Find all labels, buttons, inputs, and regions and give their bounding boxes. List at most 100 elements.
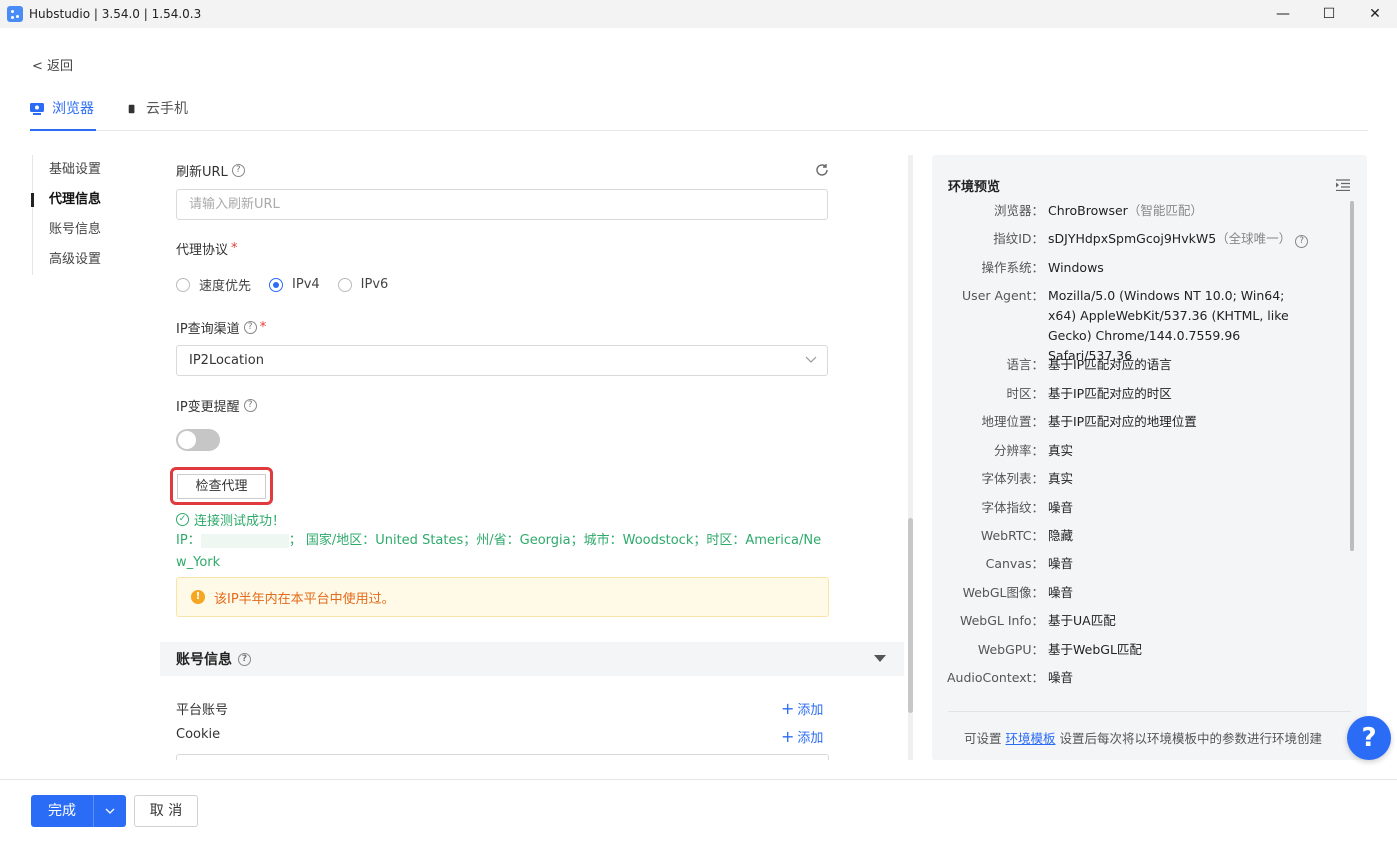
plus-icon: + (781, 727, 795, 746)
ip-used-warning: ! 该IP半年内在本平台中使用过。 (176, 577, 829, 617)
connection-success: ✓ 连接测试成功！ (176, 510, 285, 529)
ip-channel-label: IP查询渠道 ? * (176, 318, 266, 337)
done-dropdown-button[interactable] (94, 795, 125, 827)
row-value: 基于IP匹配对应的地理位置 (1048, 414, 1197, 429)
add-platform-account-button[interactable]: + 添加 (781, 699, 823, 718)
add-label: 添加 (797, 703, 824, 718)
radio-ipv6[interactable]: IPv6 (337, 275, 388, 294)
footer-prefix: 可设置 (964, 731, 1006, 746)
row-value: 噪音 (1048, 556, 1074, 571)
label-text: IP查询渠道 (176, 322, 240, 337)
nav-item-proxy-info[interactable]: 代理信息 (31, 185, 132, 215)
tab-browser[interactable]: 浏览器 (30, 98, 96, 131)
environment-template-link[interactable]: 环境模板 (1005, 731, 1055, 746)
help-icon[interactable]: ? (1295, 235, 1309, 248)
row-key: 分辨率： (993, 443, 1044, 458)
row-key: WebGPU： (977, 642, 1044, 657)
radio-label: 速度优先 (199, 279, 252, 294)
row-value: 噪音 (1048, 585, 1074, 600)
refresh-icon[interactable] (815, 163, 829, 177)
help-icon[interactable]: ? (243, 321, 257, 334)
radio-ipv4[interactable]: IPv4 (269, 275, 320, 294)
row-key: 字体指纹： (981, 500, 1044, 515)
row-value: 真实 (1048, 443, 1074, 458)
back-link[interactable]: < 返回 (32, 55, 73, 74)
minimize-icon[interactable]: — (1260, 0, 1306, 28)
nav-item-account-info[interactable]: 账号信息 (33, 215, 132, 245)
preview-row-os: 操作系统： Windows (932, 258, 1342, 278)
protocol-label: 代理协议 * (176, 239, 238, 258)
scrollbar-thumb[interactable] (908, 518, 913, 713)
row-key: 地理位置： (981, 414, 1044, 429)
radio-circle (269, 277, 284, 292)
nav-item-basic-settings[interactable]: 基础设置 (33, 155, 132, 185)
form-scrollbar[interactable] (908, 155, 913, 760)
label-text: 代理协议 (176, 243, 229, 258)
preview-scrollbar[interactable] (1350, 201, 1354, 551)
row-hint: （全球唯一） (1216, 231, 1292, 246)
row-value: Mozilla/5.0 (Windows NT 10.0; Win64; x64… (1048, 288, 1289, 363)
refresh-url-input[interactable]: 请输入刷新URL (176, 189, 828, 220)
help-icon[interactable]: ? (231, 164, 245, 177)
preview-row-font-fingerprint: 字体指纹： 噪音 (932, 498, 1342, 518)
ip-channel-select[interactable]: IP2Location (176, 345, 828, 376)
preview-row-language: 语言： 基于IP匹配对应的语言 (932, 355, 1342, 375)
row-key: WebGL图像： (962, 585, 1044, 600)
section-title: 账号信息 (176, 652, 232, 668)
close-icon[interactable]: ✕ (1352, 0, 1397, 28)
row-value: 基于IP匹配对应的时区 (1048, 386, 1172, 401)
help-button[interactable]: ? (1347, 716, 1391, 760)
success-text: 连接测试成功！ (194, 514, 286, 529)
ip-prefix: IP： (176, 533, 201, 548)
row-key: 语言： (1006, 357, 1044, 372)
row-hint: （智能匹配） (1127, 203, 1203, 218)
row-value: 隐藏 (1048, 528, 1074, 543)
row-value: 噪音 (1048, 500, 1074, 515)
tab-cloud-phone[interactable]: 云手机 (128, 98, 198, 131)
refresh-url-label: 刷新URL ? (176, 161, 245, 180)
add-cookie-button[interactable]: + 添加 (781, 727, 823, 746)
row-key: WebGL Info： (959, 613, 1044, 628)
preview-row-timezone: 时区： 基于IP匹配对应的时区 (932, 384, 1342, 404)
cancel-button[interactable]: 取 消 (134, 795, 198, 827)
phone-icon (128, 104, 135, 114)
preview-row-user-agent: User Agent： Mozilla/5.0 (Windows NT 10.0;… (932, 286, 1342, 366)
row-key: 时区： (1006, 386, 1044, 401)
preview-title: 环境预览 (948, 180, 1001, 195)
required-mark: * (259, 320, 267, 335)
row-value: 真实 (1048, 471, 1074, 486)
warning-icon: ! (191, 590, 205, 604)
section-nav: 基础设置 代理信息 账号信息 高级设置 (31, 155, 132, 275)
account-section-header[interactable]: 账号信息 ? (160, 642, 904, 676)
done-button[interactable]: 完成 (31, 795, 94, 827)
window-title: Hubstudio | 3.54.0 | 1.54.0.3 (29, 7, 202, 21)
preview-row-webrtc: WebRTC： 隐藏 (932, 526, 1342, 546)
ip-channel-value: IP2Location (189, 353, 264, 368)
protocol-radio-group: 速度优先 IPv4 IPv6 (176, 275, 406, 294)
collapse-panel-icon[interactable] (1336, 179, 1350, 191)
hubstudio-logo-icon (7, 6, 23, 22)
row-key: AudioContext： (947, 670, 1044, 685)
add-label: 添加 (797, 731, 824, 746)
preview-row-audiocontext: AudioContext： 噪音 (932, 668, 1342, 688)
caret-down-icon (874, 655, 886, 662)
row-key: Canvas： (985, 556, 1044, 571)
help-icon[interactable]: ? (243, 399, 257, 412)
row-key: WebRTC： (980, 528, 1044, 543)
ip-change-alert-toggle[interactable] (176, 429, 220, 451)
check-proxy-button[interactable]: 检查代理 (177, 474, 266, 499)
row-value: 基于IP匹配对应的语言 (1048, 357, 1172, 372)
row-key: 指纹ID： (993, 231, 1044, 246)
environment-preview-panel: 环境预览 浏览器： ChroBrowser（智能匹配） 指纹ID： sDJYHdpx… (932, 155, 1367, 760)
help-icon[interactable]: ? (238, 652, 251, 666)
cookie-textarea[interactable] (176, 754, 829, 760)
radio-speed-first[interactable]: 速度优先 (176, 275, 251, 294)
nav-item-advanced-settings[interactable]: 高级设置 (33, 245, 132, 275)
maximize-icon[interactable]: ☐ (1306, 0, 1352, 28)
ip-suffix: ； (288, 533, 302, 548)
chevron-down-icon (805, 356, 817, 363)
preview-row-browser: 浏览器： ChroBrowser（智能匹配） (932, 201, 1342, 221)
divider (948, 711, 1351, 712)
preview-row-fingerprint-id: 指纹ID： sDJYHdpxSpmGcoj9HvkW5（全球唯一）? (932, 229, 1342, 249)
tab-label: 浏览器 (52, 101, 94, 117)
